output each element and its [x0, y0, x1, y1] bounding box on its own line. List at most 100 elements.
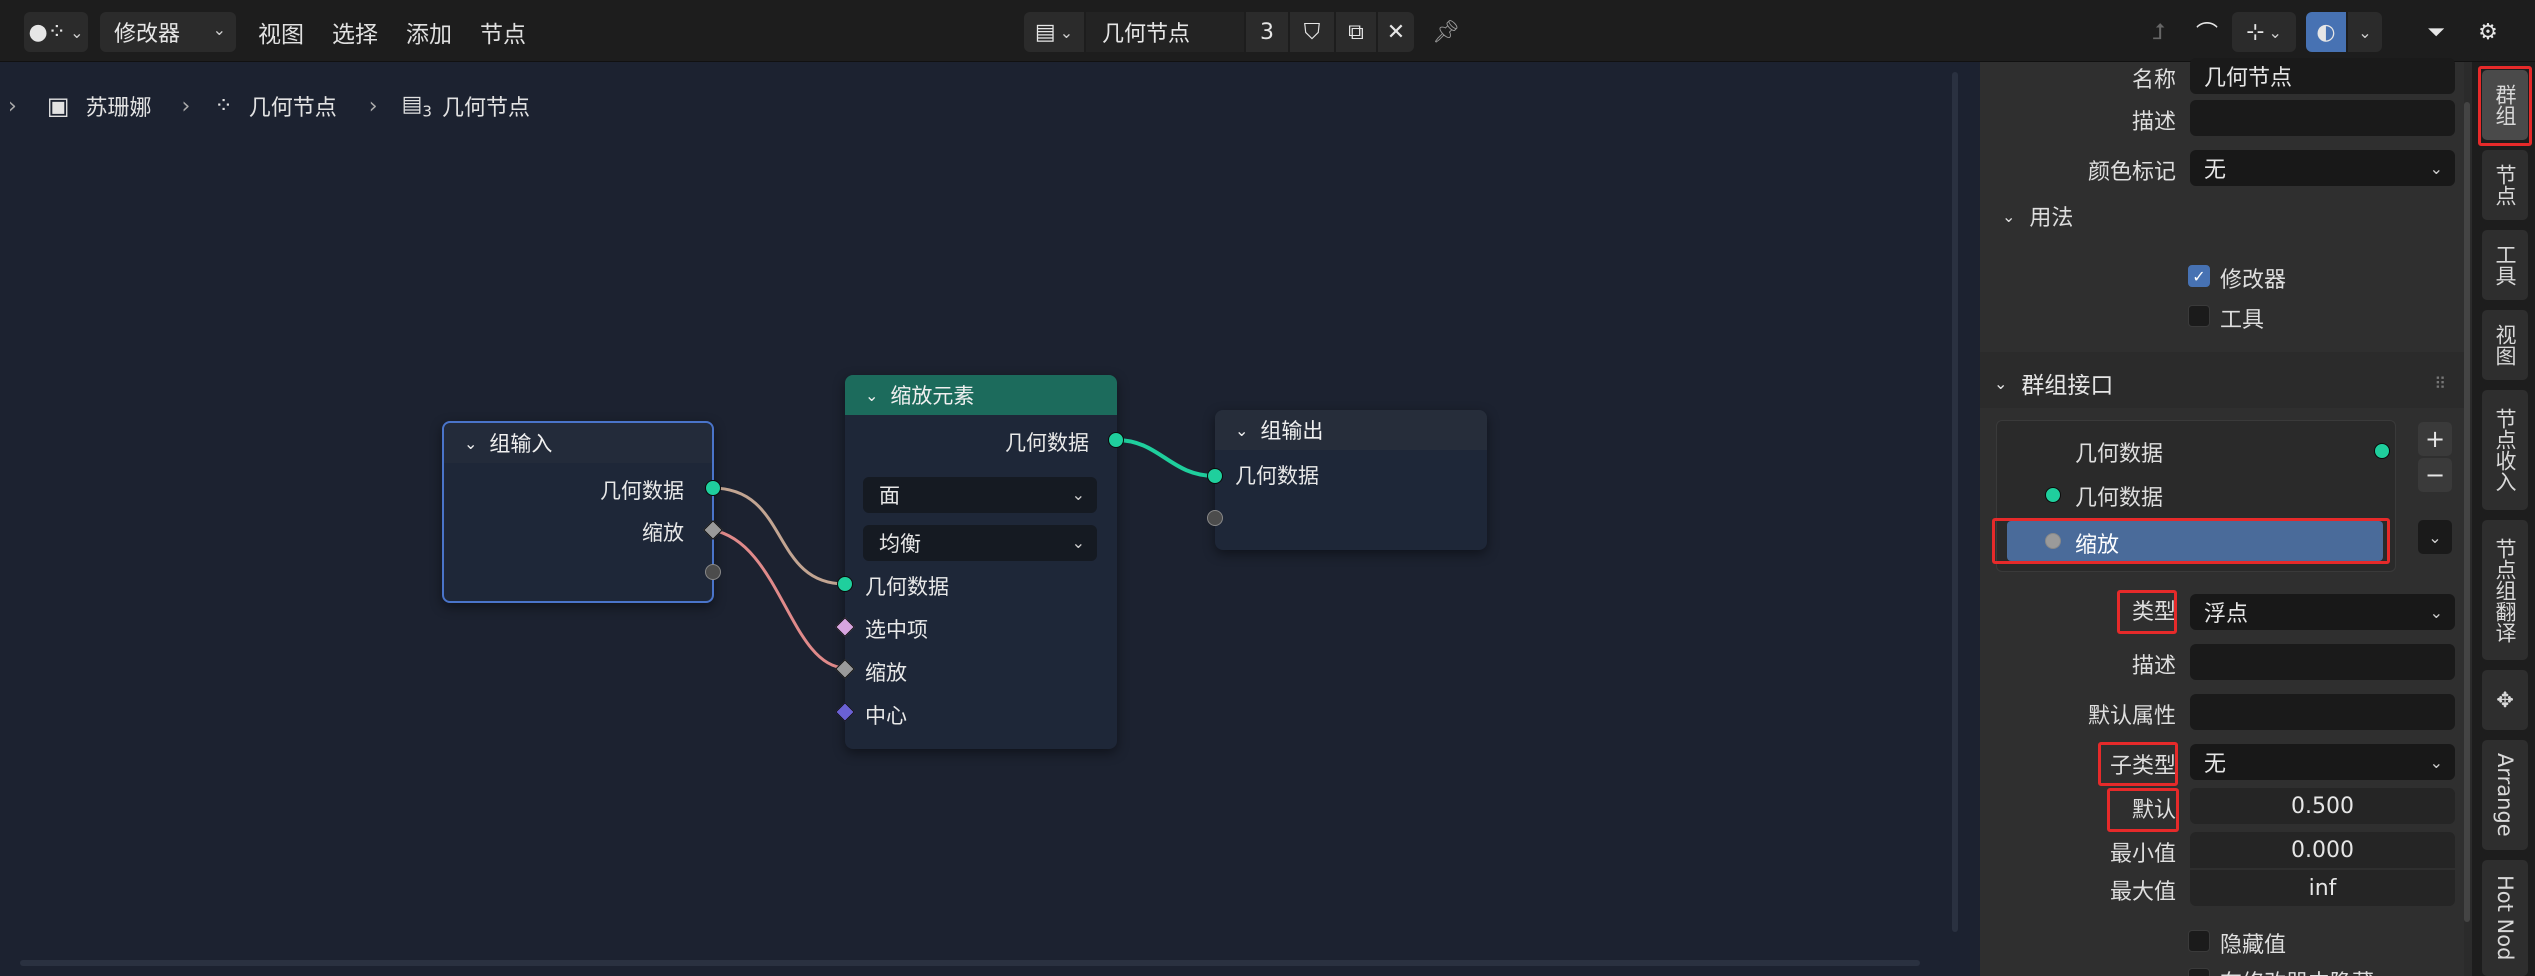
tab-label: 节点组翻译: [2493, 537, 2517, 643]
scale-elements-node[interactable]: ⌄ 缩放元素 几何数据 面 ⌄ 均衡 ⌄ 几何数据 选中项 缩放 中心: [845, 375, 1117, 749]
snap-button[interactable]: ⌒: [2186, 12, 2228, 52]
node-header[interactable]: ⌄ 组输出: [1215, 410, 1487, 450]
overlay-dropdown[interactable]: ⌄: [2348, 12, 2382, 52]
node-header[interactable]: ⌄ 缩放元素: [845, 375, 1117, 415]
unlink-button[interactable]: ✕: [1378, 12, 1414, 52]
group-input-node[interactable]: ⌄ 组输入 几何数据 缩放: [442, 421, 714, 603]
hide-value-label: 隐藏值: [2220, 933, 2287, 958]
pin-icon: 📌︎: [1432, 19, 1460, 45]
nodetree-name-field[interactable]: 几何节点: [1086, 12, 1244, 52]
add-item-button[interactable]: +: [2418, 422, 2452, 456]
snap-target-dropdown[interactable]: ⊹ ⌄: [2232, 12, 2296, 52]
fake-user-button[interactable]: ⛉: [1290, 12, 1334, 52]
input-label-scale: 缩放: [865, 661, 907, 685]
color-tag-select[interactable]: 无 ⌄: [2190, 150, 2455, 186]
default-attribute-label: 默认属性: [2087, 704, 2176, 729]
input-label-geometry: 几何数据: [1235, 464, 1319, 488]
tab-label: 视图: [2493, 324, 2517, 366]
item-specials-dropdown[interactable]: ⌄: [2418, 520, 2452, 554]
min-value-field[interactable]: 0.000: [2190, 832, 2455, 868]
tab-node[interactable]: 节点: [2482, 150, 2528, 220]
default-value-field[interactable]: 0.500: [2190, 788, 2455, 824]
nodetree-name: 几何节点: [1102, 22, 1191, 47]
mode-value: 均衡: [879, 532, 921, 556]
node-header[interactable]: ⌄ 组输入: [444, 423, 712, 463]
tab-label: 工具: [2493, 244, 2517, 286]
menu-select[interactable]: 选择: [332, 12, 378, 52]
pin-button[interactable]: 📌︎: [1424, 12, 1468, 52]
input-label-selection: 选中项: [865, 618, 928, 642]
chevron-down-icon: ⌄: [2002, 206, 2016, 226]
socket-output-geometry[interactable]: [1108, 432, 1124, 448]
subtype-select[interactable]: 无 ⌄: [2190, 744, 2455, 780]
socket-input-virtual[interactable]: [1207, 510, 1223, 526]
tab-nodegroup-translate[interactable]: 节点组翻译: [2482, 520, 2528, 660]
interface-panel-header[interactable]: ⌄ 群组接口 ⠿: [1980, 358, 2464, 408]
chevron-down-icon: ⌄: [70, 22, 84, 42]
duplicate-button[interactable]: ⧉: [1336, 12, 1376, 52]
usage-subpanel-header[interactable]: ⌄ 用法: [1980, 194, 2464, 238]
item-description-field[interactable]: [2190, 644, 2455, 680]
scale-mode-select[interactable]: 均衡 ⌄: [863, 525, 1097, 561]
chevron-down-icon: ⌄: [1059, 22, 1074, 42]
mode-label: 修改器: [114, 22, 181, 47]
highlight-box: [2117, 590, 2177, 634]
editor-type-button[interactable]: ●⁘ ⌄: [24, 12, 88, 52]
menu-node[interactable]: 节点: [480, 12, 526, 52]
menu-add[interactable]: 添加: [406, 12, 452, 52]
remove-item-button[interactable]: −: [2418, 458, 2452, 492]
name-field[interactable]: 几何节点: [2190, 58, 2455, 94]
max-label: 最大值: [2109, 880, 2176, 905]
usage-modifier-checkbox[interactable]: ✓: [2188, 265, 2210, 287]
domain-select[interactable]: 面 ⌄: [863, 477, 1097, 513]
tab-tool[interactable]: 工具: [2482, 230, 2528, 300]
socket-output-geometry[interactable]: [705, 480, 721, 496]
filter-button[interactable]: ⏷: [2416, 12, 2456, 52]
chevron-down-icon: ⌄: [2358, 22, 2372, 42]
tab-arrange[interactable]: Arrange: [2482, 740, 2528, 850]
tab-label: Hot Nod: [2493, 875, 2517, 961]
drag-handle-icon[interactable]: ⠿: [2434, 374, 2446, 393]
interface-title: 群组接口: [2021, 373, 2114, 399]
settings-button[interactable]: ⚙: [2466, 12, 2510, 52]
breadcrumb-object[interactable]: 苏珊娜: [86, 90, 152, 122]
tab-node-import[interactable]: 节点收入: [2482, 390, 2528, 510]
tab-view[interactable]: 视图: [2482, 310, 2528, 380]
chevron-down-icon: ⌄: [1235, 420, 1249, 440]
chevron-down-icon: ⌄: [1071, 533, 1085, 552]
type-select[interactable]: 浮点 ⌄: [2190, 594, 2455, 630]
description-field[interactable]: [2190, 100, 2455, 136]
input-label-center: 中心: [865, 704, 907, 728]
horizontal-scrollbar[interactable]: [20, 960, 1920, 966]
usage-tool-checkbox[interactable]: [2188, 305, 2210, 327]
parent-group-button[interactable]: ⮥: [2138, 12, 2180, 52]
socket-output-virtual[interactable]: [705, 564, 721, 580]
user-count[interactable]: 3: [1246, 12, 1288, 52]
breadcrumb-modifier[interactable]: 几何节点: [249, 90, 337, 122]
group-output-node[interactable]: ⌄ 组输出 几何数据: [1215, 410, 1487, 550]
interface-item-output-geometry[interactable]: 几何数据: [2075, 436, 2163, 468]
mode-dropdown[interactable]: 修改器 ⌄: [100, 12, 236, 52]
default-attribute-field[interactable]: [2190, 694, 2455, 730]
panel-scrollbar[interactable]: [2464, 102, 2470, 922]
hide-in-modifier-checkbox[interactable]: [2188, 968, 2210, 976]
hide-value-checkbox[interactable]: [2188, 930, 2210, 952]
tab-hot-node[interactable]: Hot Nod: [2482, 860, 2528, 976]
socket-dot-output: [2374, 443, 2390, 459]
node-editor[interactable]: › ▣ 苏珊娜 › ⁘ 几何节点 › ▤3 几何节点 ⌄ 组输入 几何数据 缩放…: [0, 62, 1980, 976]
max-value-field[interactable]: inf: [2190, 870, 2455, 906]
overlay-toggle[interactable]: ◐: [2306, 12, 2346, 52]
vertical-scrollbar[interactable]: [1952, 72, 1958, 932]
name-value: 几何节点: [2204, 66, 2293, 91]
socket-input-geometry[interactable]: [1207, 468, 1223, 484]
highlight-box: [2098, 742, 2178, 786]
breadcrumb-nodegroup[interactable]: 几何节点: [442, 90, 530, 122]
chevron-down-icon: ⌄: [1994, 373, 2008, 393]
menu-view[interactable]: 视图: [258, 12, 304, 52]
nodetree-browse-button[interactable]: ▤ ⌄: [1024, 12, 1084, 52]
highlight-box: [2478, 66, 2532, 146]
node-title: 组输入: [489, 432, 553, 456]
interface-item-input-geometry[interactable]: 几何数据: [2075, 480, 2163, 512]
socket-input-geometry[interactable]: [837, 576, 853, 592]
tab-addon-icon[interactable]: ✥: [2482, 670, 2528, 730]
